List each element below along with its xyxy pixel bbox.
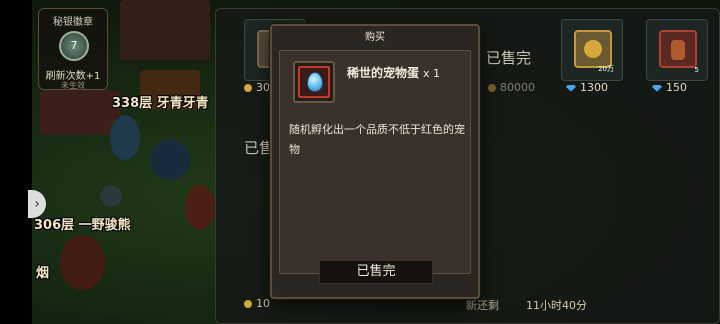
coin-icon [244,84,252,92]
pet-egg-icon [307,72,323,92]
shop-slot-item[interactable]: 5 [646,19,708,81]
shop-slot-coin[interactable]: 20万 [561,19,623,81]
item-description: 随机孵化出一个品质不低于红色的宠物 [289,123,465,156]
medal-title: 秘银徽章 [53,17,93,28]
price-3: 1300 [566,81,608,94]
footer-left: 10 [244,297,270,310]
price-4: 150 [652,81,687,94]
medal-sub-text: 未生效 [61,81,85,90]
purchase-modal: 购买 稀世的宠物蛋 x 1 随机孵化出一个品质不低于红色的宠物 已售完 [270,24,480,299]
coin-icon [488,84,496,92]
bottom-label: 烟 [36,266,50,281]
sold-out-label-top: 已售完 [486,49,532,67]
modal-title: 购买 [365,32,385,43]
medal-panel[interactable]: 秘银徽章 7 刷新次数+1 未生效 [38,8,108,90]
gem-icon [652,84,662,92]
floor-label-upper: 338层 牙青牙青 [112,96,209,111]
coin-icon [244,300,252,308]
medal-badge-count: 7 [70,39,78,52]
item-name-text: 稀世的宠物蛋 [347,66,420,80]
item-quantity: x 1 [423,67,441,80]
refresh-timer: 11小时40分 [526,299,587,312]
refresh-label: 新还剩 [466,299,499,312]
item-card: 稀世的宠物蛋 x 1 随机孵化出一个品质不低于红色的宠物 [279,50,471,274]
price-2: 80000 [488,81,535,94]
slot-coin-qty: 20万 [598,65,614,73]
slot-item-qty: 5 [694,66,699,74]
price-1: 30 [244,81,270,94]
gem-icon [566,84,576,92]
floor-label-lower: 306层 一野骏熊 [34,218,131,233]
item-icon-frame [293,61,335,103]
item-name: 稀世的宠物蛋 x 1 [347,64,440,81]
medal-badge-icon: 7 [59,31,89,61]
sold-out-button[interactable]: 已售完 [319,260,433,284]
rarity-red-frame [298,66,330,98]
